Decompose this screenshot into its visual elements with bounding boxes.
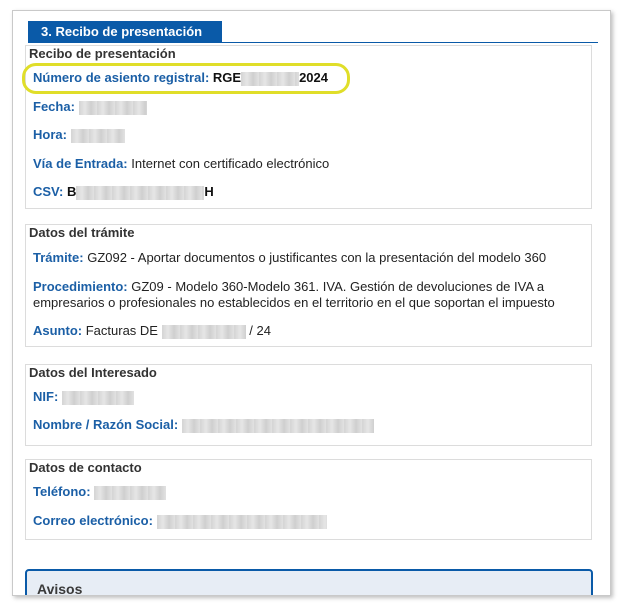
redacted-value (61, 390, 134, 405)
csv-suffix: H (204, 184, 214, 199)
procedimiento-value-line2: empresarios o profesionales no estableci… (33, 295, 555, 310)
redacted-value (181, 418, 374, 433)
contacto-section: Datos de contacto Teléfono: Correo elect… (25, 459, 592, 540)
tab-underline (28, 42, 598, 43)
asunto-label: Asunto: (33, 323, 83, 338)
via-value: Internet con certificado electrónico (131, 156, 330, 171)
via-row: Vía de Entrada: Internet con certificado… (33, 156, 329, 171)
csv-label: CSV: (33, 184, 64, 199)
interesado-section-title: Datos del Interesado (29, 365, 157, 380)
hora-row: Hora: (33, 127, 125, 143)
csv-prefix: B (66, 184, 77, 199)
redacted-value (70, 128, 125, 143)
tramite-label: Trámite: (33, 250, 84, 265)
procedimiento-row-continued: empresarios o profesionales no estableci… (33, 295, 555, 310)
asunto-suffix: / 24 (249, 323, 271, 338)
interesado-section: Datos del Interesado NIF: Nombre / Razón… (25, 364, 592, 446)
procedimiento-value-line1: GZ09 - Modelo 360-Modelo 361. IVA. Gesti… (131, 279, 545, 294)
nombre-row: Nombre / Razón Social: (33, 417, 374, 433)
redacted-value (94, 485, 167, 500)
asunto-row: Asunto: Facturas DE / 24 (33, 323, 271, 339)
via-label: Vía de Entrada: (33, 156, 128, 171)
receipt-panel: 3. Recibo de presentación Recibo de pres… (12, 10, 611, 596)
redacted-value (76, 185, 205, 200)
tramite-row: Trámite: GZ092 - Aportar documentos o ju… (33, 250, 546, 265)
highlight-outline (22, 63, 350, 94)
asunto-prefix: Facturas DE (85, 323, 158, 338)
correo-row: Correo electrónico: (33, 513, 327, 529)
procedimiento-row: Procedimiento: GZ09 - Modelo 360-Modelo … (33, 279, 544, 294)
tramite-section: Datos del trámite Trámite: GZ092 - Aport… (25, 224, 592, 347)
nif-label: NIF: (33, 389, 59, 404)
recibo-section-title: Recibo de presentación (29, 46, 176, 61)
nombre-label: Nombre / Razón Social: (33, 417, 179, 432)
avisos-title: Avisos (37, 581, 83, 596)
redacted-value (156, 514, 327, 529)
tramite-section-title: Datos del trámite (29, 225, 135, 240)
hora-label: Hora: (33, 127, 67, 142)
procedimiento-label: Procedimiento: (33, 279, 128, 294)
contacto-section-title: Datos de contacto (29, 460, 142, 475)
section-tab-header: 3. Recibo de presentación (28, 21, 222, 43)
telefono-label: Teléfono: (33, 484, 91, 499)
redacted-value (78, 100, 147, 115)
nif-row: NIF: (33, 389, 134, 405)
avisos-panel[interactable]: Avisos (25, 569, 593, 596)
csv-row: CSV: B H (33, 184, 214, 200)
correo-label: Correo electrónico: (33, 513, 153, 528)
fecha-label: Fecha: (33, 99, 75, 114)
fecha-row: Fecha: (33, 99, 147, 115)
telefono-row: Teléfono: (33, 484, 167, 500)
redacted-value (161, 324, 246, 339)
tramite-value: GZ092 - Aportar documentos o justificant… (87, 250, 547, 265)
